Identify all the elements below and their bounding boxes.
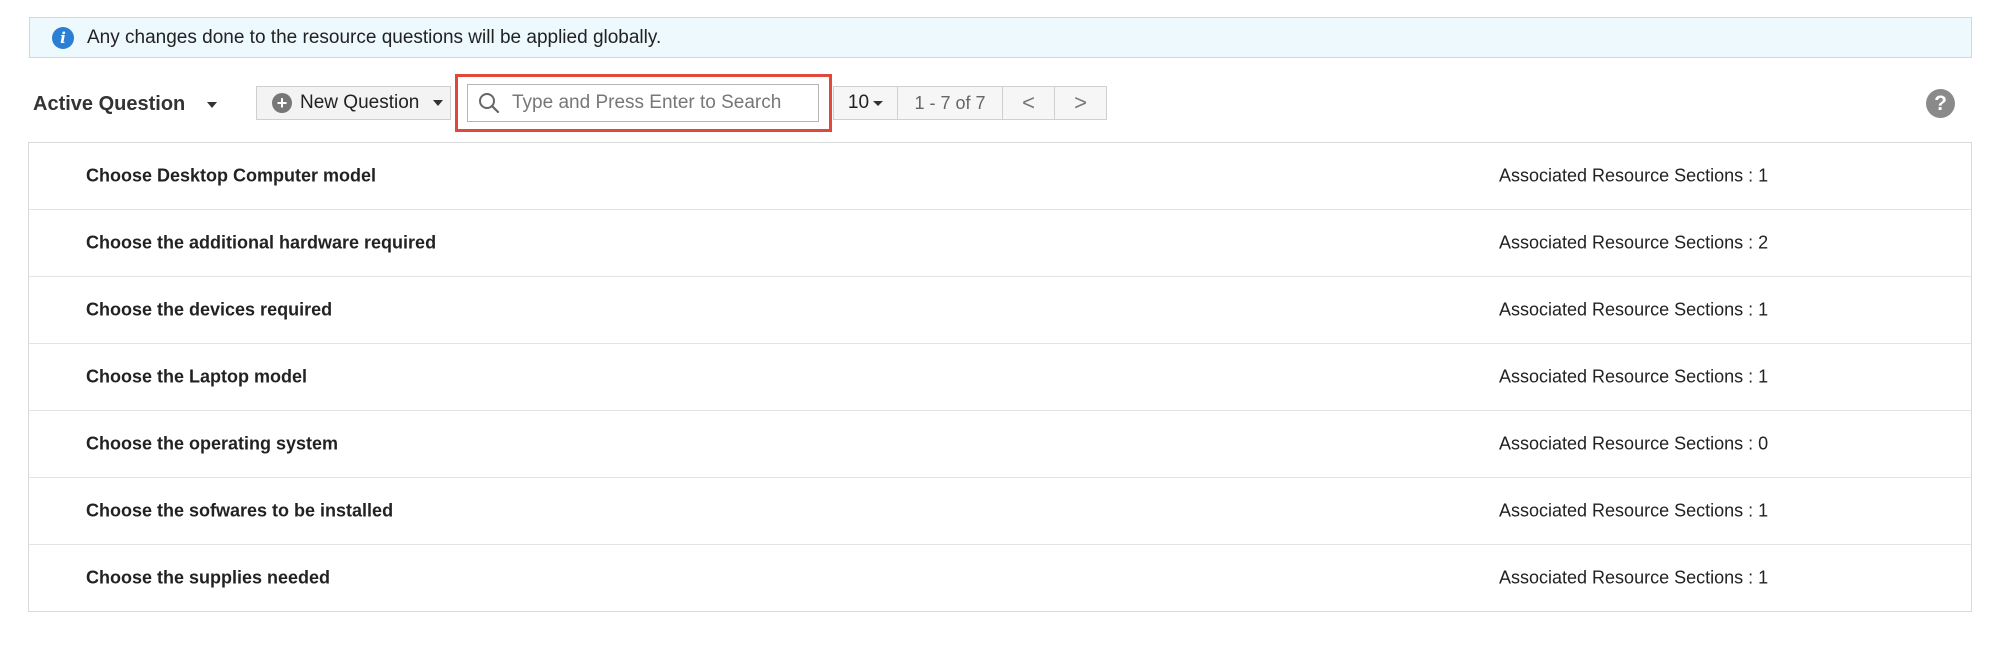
- list-item[interactable]: Choose the additional hardware required …: [29, 210, 1971, 277]
- help-icon[interactable]: ?: [1926, 89, 1955, 118]
- search-input[interactable]: [510, 91, 814, 115]
- question-title: Choose the Laptop model: [86, 366, 308, 387]
- plus-circle-icon: +: [272, 93, 292, 113]
- question-list: Choose Desktop Computer model Associated…: [28, 142, 1972, 612]
- question-title: Choose the additional hardware required: [86, 232, 437, 253]
- search-box[interactable]: [467, 84, 819, 122]
- associated-sections: Associated Resource Sections : 1: [1499, 165, 1769, 186]
- new-question-label: New Question: [300, 92, 420, 113]
- page-size-value: 10: [847, 92, 870, 113]
- pagination: 10 1 - 7 of 7 < >: [833, 86, 1107, 120]
- question-title: Choose the supplies needed: [86, 567, 331, 588]
- associated-sections: Associated Resource Sections : 1: [1499, 366, 1769, 387]
- search-icon: [479, 93, 500, 114]
- info-banner: i Any changes done to the resource quest…: [29, 17, 1972, 58]
- associated-sections: Associated Resource Sections : 1: [1499, 299, 1769, 320]
- view-selector-label: Active Question: [33, 92, 186, 115]
- chevron-down-icon: [433, 100, 444, 106]
- page-size-dropdown[interactable]: 10: [833, 86, 898, 120]
- question-title: Choose the devices required: [86, 299, 333, 320]
- list-item[interactable]: Choose the Laptop model Associated Resou…: [29, 344, 1971, 411]
- list-item[interactable]: Choose the operating system Associated R…: [29, 411, 1971, 478]
- list-item[interactable]: Choose Desktop Computer model Associated…: [29, 143, 1971, 210]
- chevron-down-icon: [873, 100, 884, 106]
- question-title: Choose Desktop Computer model: [86, 165, 377, 186]
- list-item[interactable]: Choose the devices required Associated R…: [29, 277, 1971, 344]
- question-title: Choose the sofwares to be installed: [86, 500, 394, 521]
- view-selector-dropdown[interactable]: Active Question: [33, 86, 218, 122]
- associated-sections: Associated Resource Sections : 2: [1499, 232, 1769, 253]
- prev-page-button[interactable]: <: [1003, 86, 1055, 120]
- associated-sections: Associated Resource Sections : 1: [1499, 567, 1769, 588]
- toolbar: Active Question + New Question 10 1 - 7 …: [0, 74, 2000, 132]
- question-title: Choose the operating system: [86, 433, 339, 454]
- new-question-button[interactable]: + New Question: [256, 86, 451, 120]
- associated-sections: Associated Resource Sections : 1: [1499, 500, 1769, 521]
- info-message: Any changes done to the resource questio…: [87, 26, 662, 48]
- chevron-down-icon: [207, 102, 218, 108]
- list-item[interactable]: Choose the sofwares to be installed Asso…: [29, 478, 1971, 545]
- list-item[interactable]: Choose the supplies needed Associated Re…: [29, 545, 1971, 611]
- page-range: 1 - 7 of 7: [898, 86, 1003, 120]
- info-icon: i: [52, 26, 74, 49]
- next-page-button[interactable]: >: [1055, 86, 1107, 120]
- associated-sections: Associated Resource Sections : 0: [1499, 433, 1769, 454]
